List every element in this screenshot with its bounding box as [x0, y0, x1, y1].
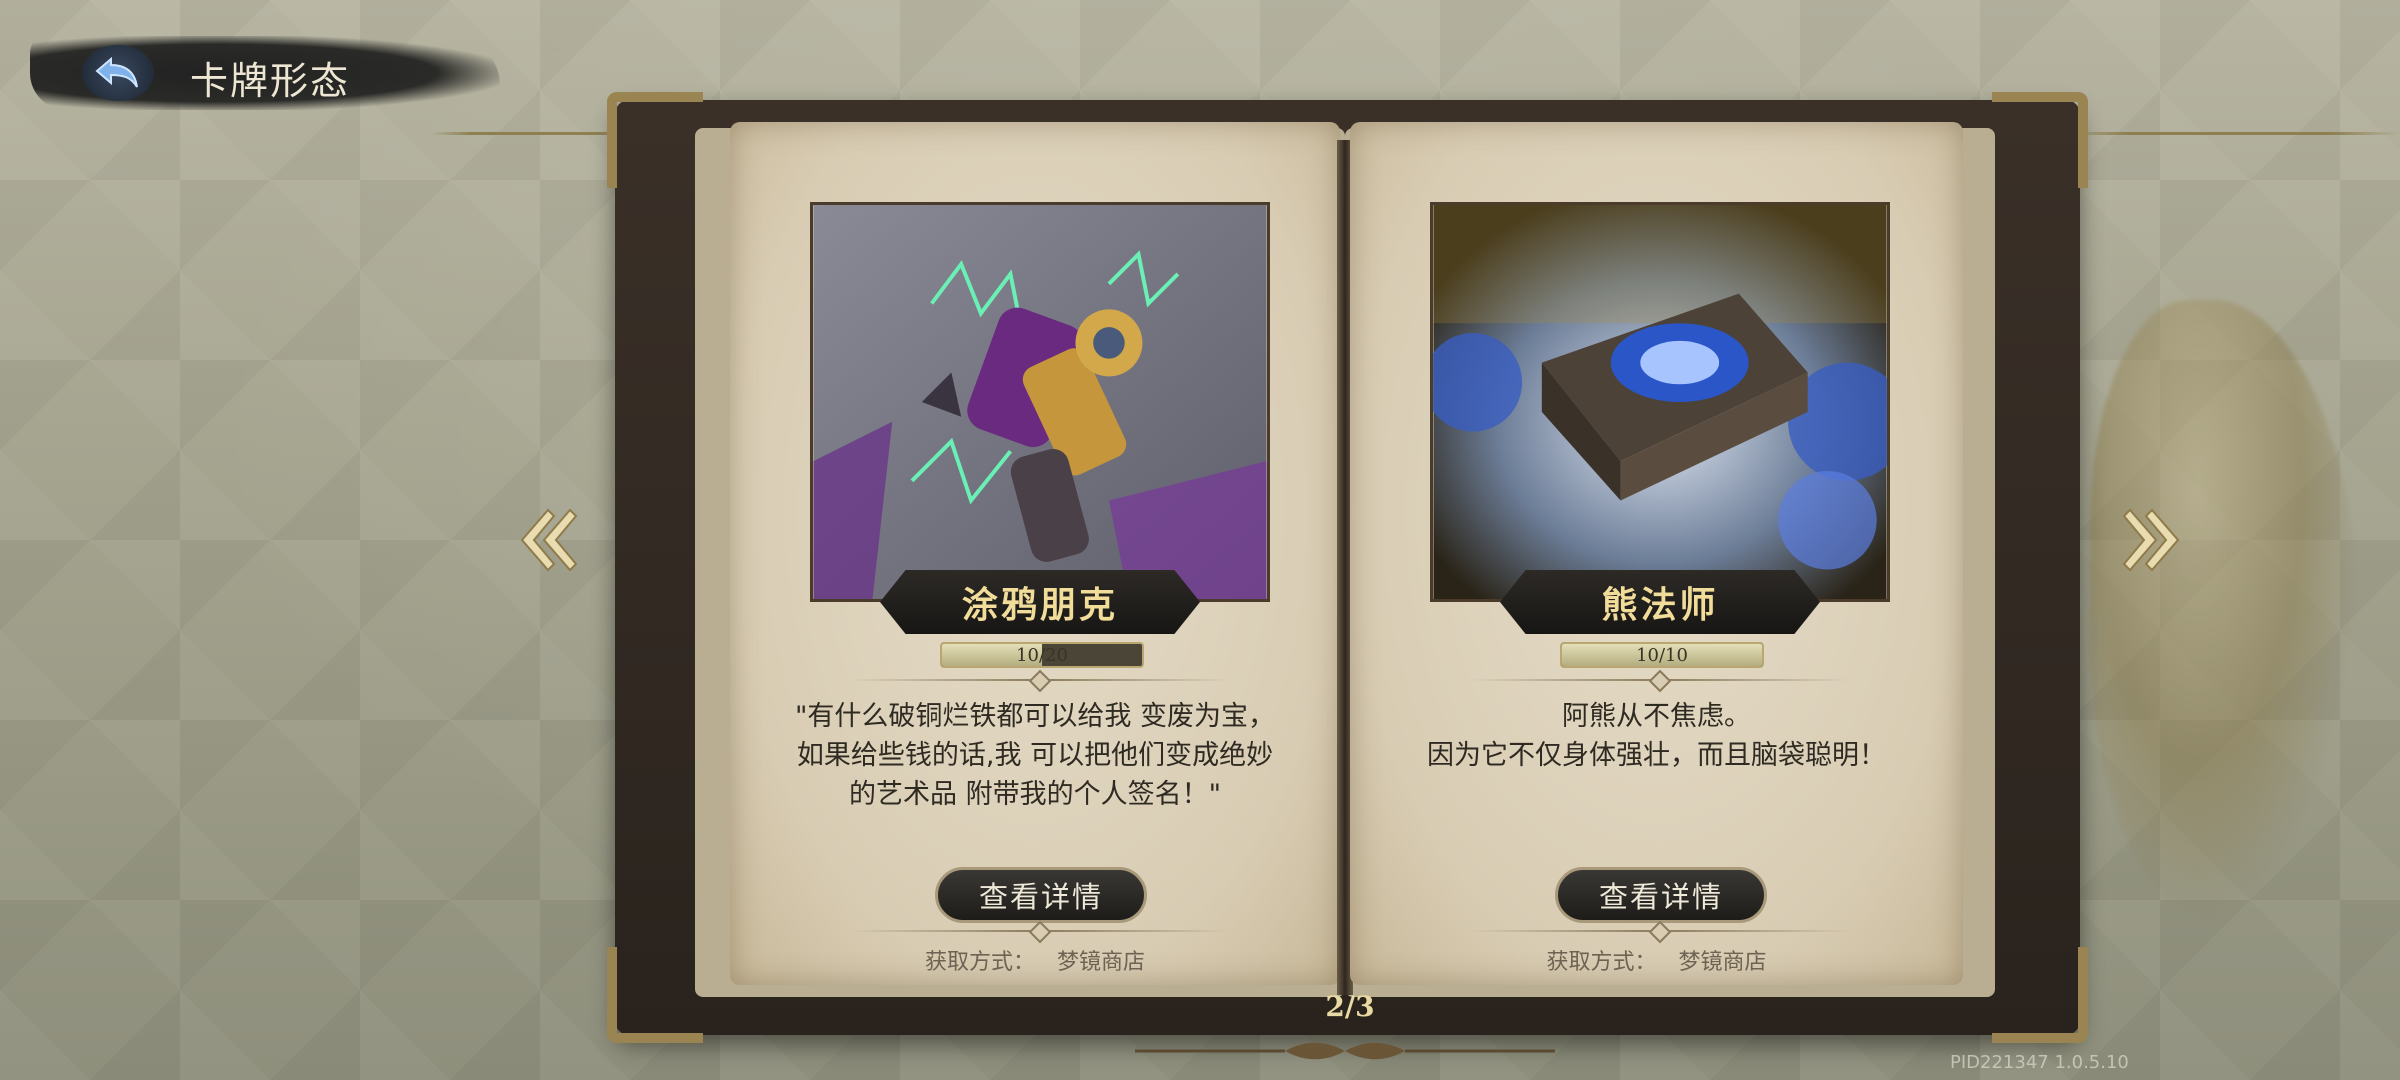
card-description: "有什么破铜烂铁都可以给我 变废为宝，如果给些钱的话,我 可以把他们变成绝妙的艺… — [794, 701, 1275, 810]
previous-page-button[interactable] — [508, 500, 588, 580]
acquisition-info: 获取方式： 梦镜商店 — [1350, 944, 1963, 976]
view-details-button[interactable]: 查看详情 — [1555, 867, 1767, 923]
ornament-divider — [850, 930, 1230, 932]
crystal-stone-book-icon — [1433, 205, 1887, 599]
view-details-button[interactable]: 查看详情 — [935, 867, 1147, 923]
book-corner — [607, 92, 703, 188]
header-decorative-line-right — [2060, 132, 2400, 135]
left-page: 涂鸦朋克 10/20 "有什么破铜烂铁都可以给我 变废为宝，如果给些钱的话,我 … — [730, 122, 1340, 985]
bottom-ornament — [1135, 1042, 1555, 1060]
card-name: 熊法师 — [1601, 584, 1719, 626]
page-indicator: 2/3 — [1325, 990, 1375, 1023]
page-header: 卡牌形态 — [30, 20, 500, 120]
double-chevron-left-icon — [520, 508, 578, 572]
back-arrow-icon — [95, 56, 138, 88]
card-panel: 涂鸦朋克 10/20 "有什么破铜烂铁都可以给我 变废为宝，如果给些钱的话,我 … — [730, 122, 1340, 985]
next-page-button[interactable] — [2112, 500, 2192, 580]
back-button[interactable] — [82, 45, 154, 101]
book-corner — [1992, 92, 2088, 188]
right-page: 熊法师 10/10 阿熊从不焦虑。 因为它不仅身体强壮，而且脑袋聪明！ 查看详情… — [1350, 122, 1963, 985]
acquisition-label: 获取方式： — [924, 950, 1035, 975]
progress-text: 10/20 — [1016, 644, 1068, 666]
card-name-plate: 涂鸦朋克 — [880, 570, 1200, 634]
ornament-divider — [1470, 679, 1850, 681]
collection-progress-bar: 10/10 — [1560, 642, 1764, 668]
book-corner — [1992, 947, 2088, 1043]
page-title: 卡牌形态 — [190, 59, 351, 103]
book-corner — [607, 947, 703, 1043]
version-text: PID221347 1.0.5.10 — [1950, 1052, 2129, 1073]
collection-progress-bar: 10/20 — [940, 642, 1144, 668]
acquisition-info: 获取方式： 梦镜商店 — [730, 944, 1340, 976]
card-book: 涂鸦朋克 10/20 "有什么破铜烂铁都可以给我 变废为宝，如果给些钱的话,我 … — [607, 92, 2088, 1043]
card-panel: 熊法师 10/10 阿熊从不焦虑。 因为它不仅身体强壮，而且脑袋聪明！ 查看详情… — [1350, 122, 1963, 985]
progress-text: 10/10 — [1636, 644, 1688, 666]
acquisition-source: 梦镜商店 — [1057, 950, 1146, 975]
acquisition-source: 梦镜商店 — [1678, 950, 1767, 975]
card-artwork — [810, 202, 1270, 602]
card-description: 阿熊从不焦虑。 因为它不仅身体强壮，而且脑袋聪明！ — [1427, 701, 1886, 771]
double-chevron-right-icon — [2122, 508, 2180, 572]
card-artwork — [1430, 202, 1890, 602]
acquisition-label: 获取方式： — [1546, 950, 1657, 975]
card-name: 涂鸦朋克 — [961, 584, 1118, 626]
ornament-divider — [850, 679, 1230, 681]
ornament-divider — [1470, 930, 1850, 932]
graffiti-drill-gun-icon — [813, 205, 1267, 599]
card-name-plate: 熊法师 — [1500, 570, 1820, 634]
